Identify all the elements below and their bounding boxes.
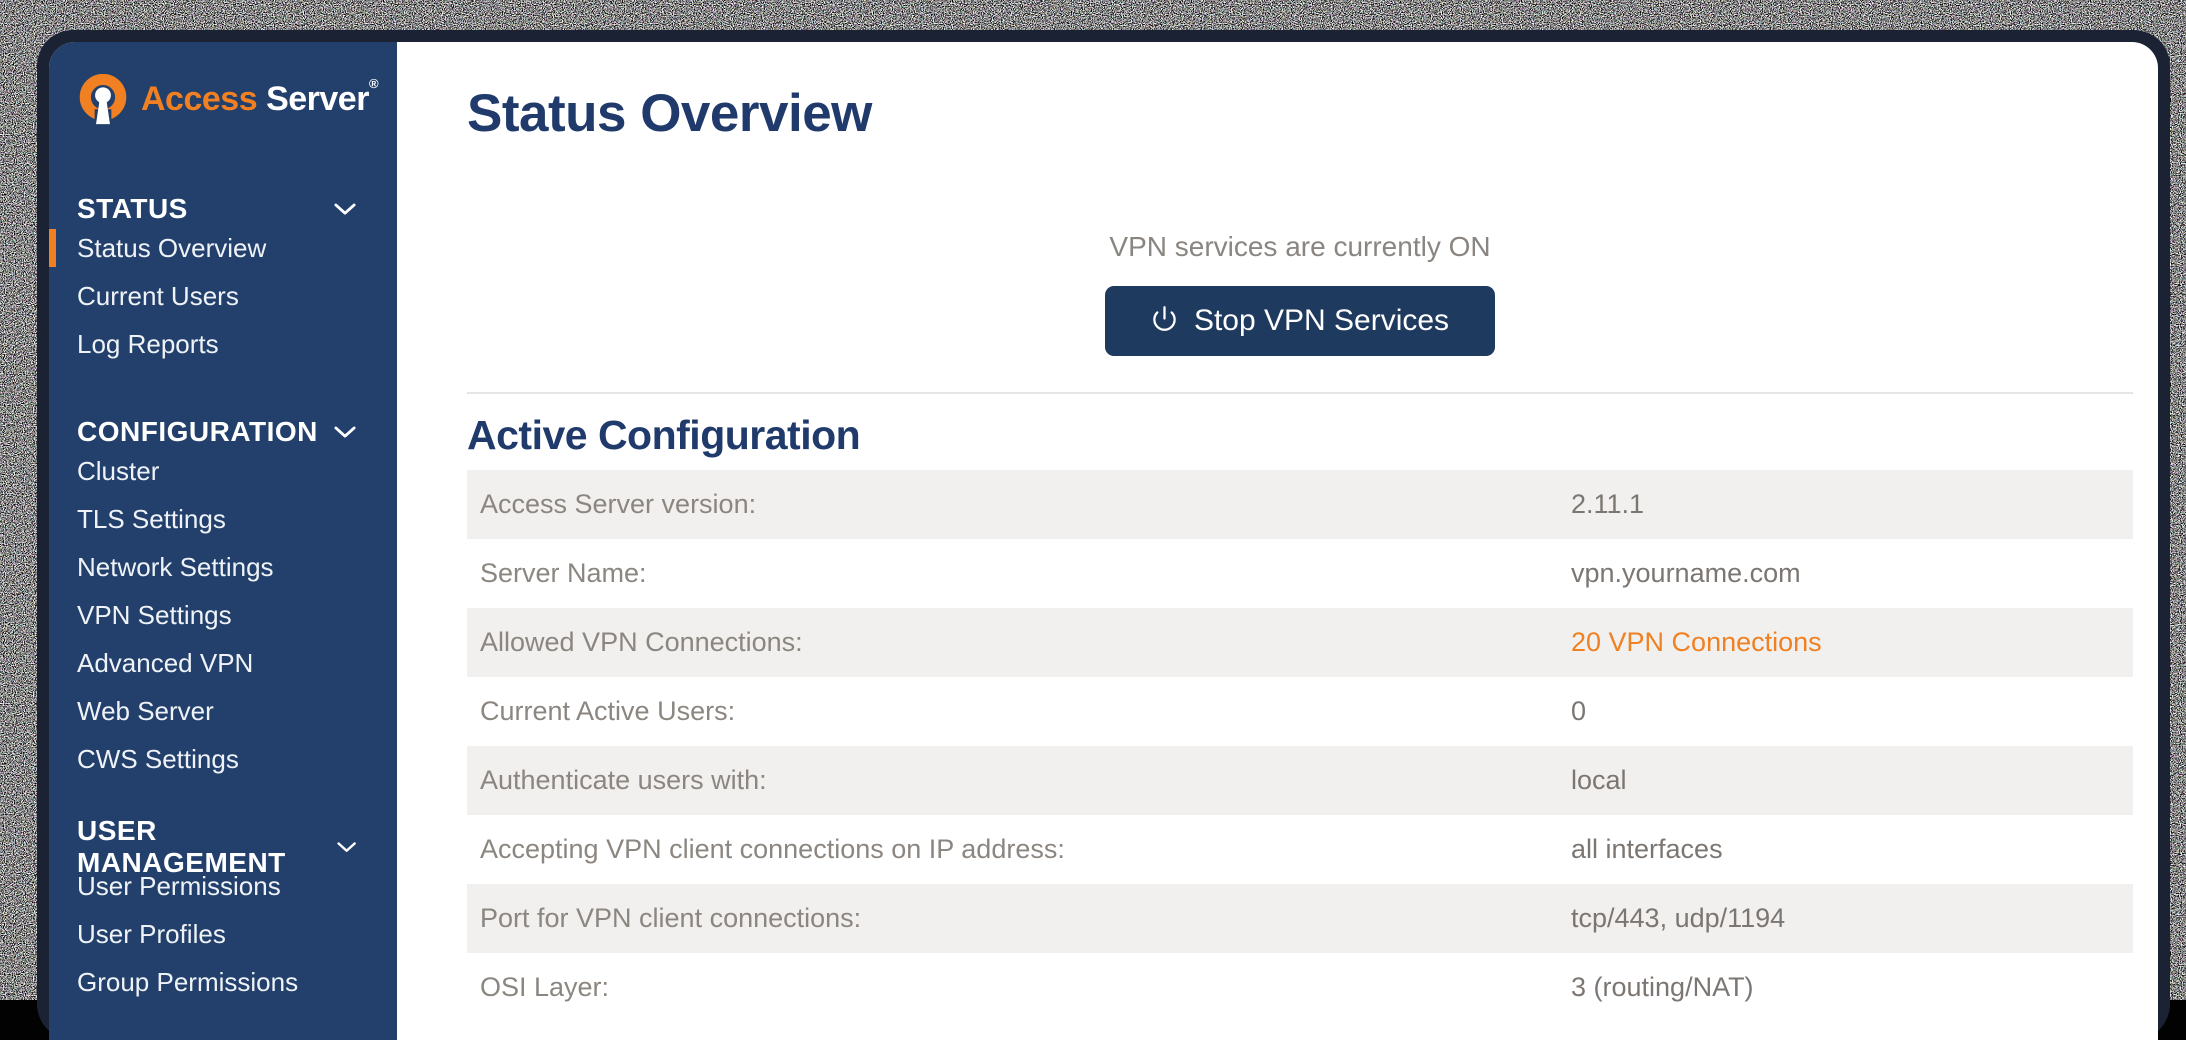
sidebar-section-label: STATUS — [77, 193, 188, 225]
page-title: Status Overview — [467, 83, 2133, 145]
config-row-label: Allowed VPN Connections: — [467, 627, 1571, 658]
config-row-value: tcp/443, udp/1194 — [1571, 903, 1785, 934]
sidebar-item-network-settings[interactable]: Network Settings — [49, 543, 397, 591]
config-row-value: vpn.yourname.com — [1571, 558, 1801, 589]
stop-vpn-services-button[interactable]: Stop VPN Services — [1105, 286, 1495, 356]
sidebar-item-web-server[interactable]: Web Server — [49, 687, 397, 735]
config-table-row: Allowed VPN Connections: 20 VPN Connecti… — [467, 608, 2133, 677]
config-row-value: 3 (routing/NAT) — [1571, 972, 1754, 1003]
config-row-label: OSI Layer: — [467, 972, 1571, 1003]
openvpn-keyhole-icon — [75, 72, 131, 126]
app-window: Access Server® STATUS Status Overview Cu… — [37, 30, 2170, 1040]
sidebar-item-label: Status Overview — [77, 233, 266, 264]
sidebar-item-label: Web Server — [77, 696, 214, 727]
sidebar-item-label: Current Users — [77, 281, 239, 312]
sidebar-item-label: Log Reports — [77, 329, 219, 360]
config-table-row: Authenticate users with: local — [467, 746, 2133, 815]
config-row-label: Current Active Users: — [467, 696, 1571, 727]
app-card: Access Server® STATUS Status Overview Cu… — [49, 42, 2158, 1040]
chevron-down-icon — [337, 841, 356, 854]
brand-server: Server — [266, 80, 369, 118]
config-row-value: all interfaces — [1571, 834, 1723, 865]
config-table-row: Server Name: vpn.yourname.com — [467, 539, 2133, 608]
power-icon — [1151, 305, 1178, 332]
sidebar-section-header-status[interactable]: STATUS — [49, 194, 397, 224]
config-row-label: Authenticate users with: — [467, 765, 1571, 796]
config-table-row: OSI Layer: 3 (routing/NAT) — [467, 953, 2133, 1022]
active-configuration-table: Access Server version: 2.11.1 Server Nam… — [467, 470, 2133, 1022]
sidebar-section: USER MANAGEMENT User Permissions User Pr… — [49, 832, 397, 1006]
sidebar-section: STATUS Status Overview Current Users Log… — [49, 194, 397, 368]
config-row-label: Accepting VPN client connections on IP a… — [467, 834, 1571, 865]
main-content: Status Overview VPN services are current… — [397, 42, 2158, 1040]
stop-vpn-button-label: Stop VPN Services — [1194, 304, 1449, 338]
chevron-down-icon — [334, 426, 356, 439]
brand-text: Access Server® — [141, 80, 378, 119]
sidebar-item-label: Group Permissions — [77, 967, 298, 998]
sidebar-section: CONFIGURATION Cluster TLS Settings Netwo… — [49, 417, 397, 783]
sidebar-item-log-reports[interactable]: Log Reports — [49, 320, 397, 368]
sidebar-item-status-overview[interactable]: Status Overview — [49, 224, 397, 272]
sidebar-section-header-configuration[interactable]: CONFIGURATION — [49, 417, 397, 447]
chevron-down-icon — [334, 203, 356, 216]
config-table-row: Current Active Users: 0 — [467, 677, 2133, 746]
sidebar-section-items: Cluster TLS Settings Network Settings VP… — [49, 447, 397, 783]
sidebar-item-user-profiles[interactable]: User Profiles — [49, 910, 397, 958]
sidebar-item-label: VPN Settings — [77, 600, 232, 631]
sidebar-item-label: Cluster — [77, 456, 159, 487]
active-configuration-title: Active Configuration — [467, 411, 2133, 459]
sidebar-section-items: User Permissions User Profiles Group Per… — [49, 862, 397, 1006]
config-row-value: 0 — [1571, 696, 1586, 727]
vpn-status-banner: VPN services are currently ON Stop VPN S… — [467, 230, 2133, 356]
sidebar-item-label: CWS Settings — [77, 744, 239, 775]
sidebar-item-label: User Profiles — [77, 919, 226, 950]
sidebar-item-label: Advanced VPN — [77, 648, 253, 679]
section-divider — [467, 392, 2133, 394]
sidebar-item-label: User Permissions — [77, 871, 281, 902]
sidebar-item-advanced-vpn[interactable]: Advanced VPN — [49, 639, 397, 687]
sidebar-section-header-user-management[interactable]: USER MANAGEMENT — [49, 832, 397, 862]
sidebar-nav: STATUS Status Overview Current Users Log… — [49, 194, 397, 1006]
brand-access: Access — [141, 80, 257, 118]
config-table-row: Accepting VPN client connections on IP a… — [467, 815, 2133, 884]
vpn-connections-link[interactable]: 20 VPN Connections — [1571, 627, 1822, 658]
sidebar-item-tls-settings[interactable]: TLS Settings — [49, 495, 397, 543]
sidebar-item-vpn-settings[interactable]: VPN Settings — [49, 591, 397, 639]
config-row-value: 2.11.1 — [1571, 489, 1644, 520]
config-row-value: local — [1571, 765, 1627, 796]
sidebar-section-items: Status Overview Current Users Log Report… — [49, 224, 397, 368]
sidebar-item-user-permissions[interactable]: User Permissions — [49, 862, 397, 910]
config-row-label: Access Server version: — [467, 489, 1571, 520]
config-table-row: Access Server version: 2.11.1 — [467, 470, 2133, 539]
sidebar-item-cluster[interactable]: Cluster — [49, 447, 397, 495]
registered-mark: ® — [369, 76, 378, 91]
vpn-status-text: VPN services are currently ON — [467, 230, 2133, 264]
sidebar-item-group-permissions[interactable]: Group Permissions — [49, 958, 397, 1006]
config-table-row: Port for VPN client connections: tcp/443… — [467, 884, 2133, 953]
config-row-label: Server Name: — [467, 558, 1571, 589]
sidebar-item-cws-settings[interactable]: CWS Settings — [49, 735, 397, 783]
config-row-label: Port for VPN client connections: — [467, 903, 1571, 934]
sidebar: Access Server® STATUS Status Overview Cu… — [49, 42, 397, 1040]
sidebar-item-current-users[interactable]: Current Users — [49, 272, 397, 320]
openvpn-logo: Access Server® — [75, 72, 397, 126]
sidebar-item-label: Network Settings — [77, 552, 274, 583]
sidebar-section-label: CONFIGURATION — [77, 416, 318, 448]
sidebar-item-label: TLS Settings — [77, 504, 226, 535]
